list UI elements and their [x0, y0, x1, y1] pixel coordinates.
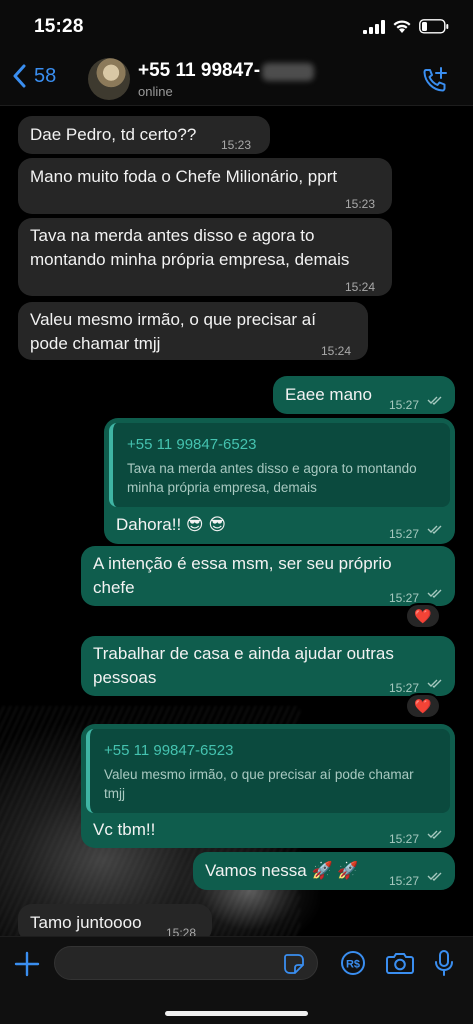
quoted-text-line-1: Tava na merda antes disso e agora to mon…	[127, 461, 417, 476]
message-text: Vc tbm!!	[93, 820, 156, 839]
camera-button[interactable]	[386, 951, 414, 980]
add-call-button[interactable]	[421, 66, 449, 99]
voice-message-button[interactable]	[434, 949, 454, 982]
camera-icon	[386, 953, 414, 974]
quoted-author: +55 11 99847-6523	[104, 742, 234, 759]
message-time: 15:27	[389, 832, 420, 846]
message-time: 15:24	[321, 344, 352, 358]
compose-bar: R$	[0, 936, 473, 1024]
battery-icon	[419, 19, 449, 34]
message-outgoing-reply[interactable]: +55 11 99847-6523 Valeu mesmo irmão, o q…	[81, 724, 455, 848]
double-check-icon	[427, 872, 442, 881]
plus-icon	[14, 951, 40, 977]
message-text-line-1: A intenção é essa msm, ser seu próprio	[93, 554, 392, 573]
message-incoming[interactable]: Tamo juntoooo 15:28	[18, 904, 212, 936]
message-incoming[interactable]: Mano muito foda o Chefe Milionário, pprt…	[18, 158, 392, 214]
message-time: 15:23	[345, 197, 376, 211]
message-text-line-2: montando minha própria empresa, demais	[30, 250, 350, 269]
signal-icon	[363, 19, 385, 34]
message-text: Dahora!! 😎 😎	[116, 515, 227, 534]
sticker-button[interactable]	[283, 953, 305, 980]
message-text: Mano muito foda o Chefe Milionário, pprt	[30, 167, 338, 186]
message-outgoing-reply[interactable]: +55 11 99847-6523 Tava na merda antes di…	[104, 418, 455, 544]
message-time: 15:28	[166, 926, 197, 936]
double-check-icon	[427, 525, 442, 534]
double-check-icon	[427, 396, 442, 405]
message-text-line-1: Trabalhar de casa e ainda ajudar outras	[93, 644, 394, 663]
status-bar: 15:28	[0, 0, 473, 52]
money-icon: R$	[341, 951, 365, 975]
double-check-icon	[427, 679, 442, 688]
message-list[interactable]: Dae Pedro, td certo?? 15:23 Mano muito f…	[0, 106, 473, 936]
quoted-text-line-2: minha própria empresa, demais	[127, 480, 317, 495]
message-text: Vamos nessa 🚀 🚀	[205, 861, 359, 880]
contact-status: online	[138, 84, 173, 99]
message-text-line-1: Valeu mesmo irmão, o que precisar aí	[30, 310, 316, 329]
message-time: 15:27	[389, 398, 420, 412]
message-time: 15:24	[345, 280, 376, 294]
message-time: 15:23	[221, 138, 252, 152]
home-indicator	[165, 1011, 308, 1016]
quoted-message[interactable]: +55 11 99847-6523 Tava na merda antes di…	[109, 423, 450, 507]
reaction-badge[interactable]: ❤️	[405, 693, 441, 719]
status-icons	[363, 19, 449, 34]
message-incoming[interactable]: Valeu mesmo irmão, o que precisar aí pod…	[18, 302, 368, 360]
back-button[interactable]: 58	[12, 64, 56, 88]
message-text-line-2: pode chamar tmjj	[30, 334, 161, 353]
avatar[interactable]	[88, 58, 130, 100]
heart-reaction: ❤️	[414, 697, 432, 714]
message-incoming[interactable]: Tava na merda antes disso e agora to mon…	[18, 218, 392, 296]
wifi-icon	[393, 20, 411, 33]
microphone-icon	[435, 950, 453, 976]
quoted-author: +55 11 99847-6523	[127, 436, 257, 453]
quoted-text-line-2: tmjj	[104, 786, 125, 801]
message-outgoing[interactable]: A intenção é essa msm, ser seu próprio c…	[81, 546, 455, 606]
sticker-icon	[284, 954, 304, 974]
quoted-text-line-1: Valeu mesmo irmão, o que precisar aí pod…	[104, 767, 414, 782]
attach-button[interactable]	[14, 951, 40, 982]
message-outgoing[interactable]: Eaee mano 15:27	[273, 376, 455, 414]
message-outgoing[interactable]: Trabalhar de casa e ainda ajudar outras …	[81, 636, 455, 696]
message-text-line-1: Tava na merda antes disso e agora to	[30, 226, 315, 245]
chevron-left-icon	[13, 64, 26, 88]
payment-button[interactable]: R$	[340, 950, 366, 981]
message-text-line-2: pessoas	[93, 668, 157, 687]
message-text: Dae Pedro, td certo??	[30, 125, 197, 144]
phone-plus-icon	[423, 67, 447, 92]
double-check-icon	[427, 830, 442, 839]
status-time: 15:28	[34, 16, 84, 37]
message-incoming[interactable]: Dae Pedro, td certo?? 15:23	[18, 116, 270, 154]
redacted-number	[262, 63, 314, 81]
reaction-badge[interactable]: ❤️	[405, 603, 441, 629]
svg-text:R$: R$	[346, 959, 360, 971]
chat-header: 58 +55 11 99847- online	[0, 52, 473, 106]
message-outgoing[interactable]: Vamos nessa 🚀 🚀 15:27	[193, 852, 455, 890]
quoted-message[interactable]: +55 11 99847-6523 Valeu mesmo irmão, o q…	[86, 729, 450, 813]
message-text: Eaee mano	[285, 385, 372, 404]
message-time: 15:27	[389, 874, 420, 888]
heart-reaction: ❤️	[414, 607, 432, 624]
unread-count: 58	[34, 64, 57, 87]
message-text: Tamo juntoooo	[30, 913, 142, 932]
message-time: 15:27	[389, 527, 420, 541]
contact-name[interactable]: +55 11 99847-	[138, 60, 260, 82]
message-input[interactable]	[54, 946, 318, 980]
message-text-line-2: chefe	[93, 578, 135, 597]
double-check-icon	[427, 589, 442, 598]
